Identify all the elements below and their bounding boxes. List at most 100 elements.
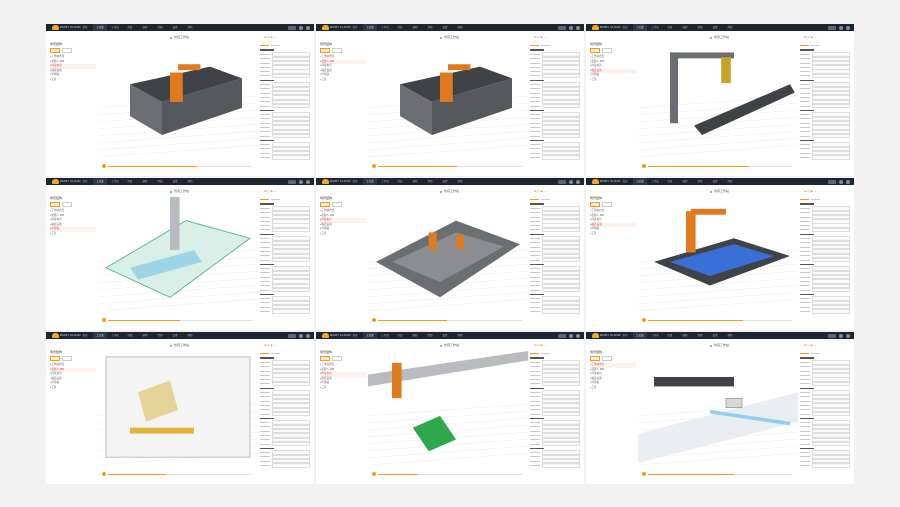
nav-item[interactable]: 资源 [153, 24, 167, 31]
property-field[interactable] [272, 257, 310, 263]
nav-item[interactable]: 工作站 [108, 178, 122, 185]
language-switch[interactable] [828, 25, 836, 30]
tab-properties[interactable] [800, 42, 809, 46]
3d-viewport[interactable] [638, 351, 798, 469]
tab-library[interactable] [62, 202, 72, 207]
play-button[interactable] [642, 472, 646, 476]
nav-item[interactable]: 首页 [618, 332, 632, 339]
nav-item[interactable]: 帮助 [183, 178, 197, 185]
nav-item[interactable]: 设置 [708, 24, 722, 31]
tab-advanced[interactable] [811, 42, 820, 46]
nav-item[interactable]: 工作站 [378, 332, 392, 339]
tab-tree[interactable] [320, 356, 330, 361]
property-field[interactable] [812, 381, 850, 387]
nav-item[interactable]: 工作站 [648, 332, 662, 339]
nav-item[interactable]: 帮助 [723, 332, 737, 339]
language-switch[interactable] [288, 333, 296, 338]
nav-item[interactable]: 首页 [78, 332, 92, 339]
toolbar-actions[interactable]: ⊞ ◷ ▶ ⋯ [264, 343, 277, 347]
tab-advanced[interactable] [271, 350, 280, 354]
property-field[interactable] [542, 257, 580, 263]
play-button[interactable] [642, 164, 646, 168]
user-avatar[interactable] [306, 179, 310, 184]
nav-item[interactable]: 设置 [168, 178, 182, 185]
nav-item[interactable]: 设置 [168, 332, 182, 339]
playback-timeline[interactable] [102, 472, 252, 476]
nav-item[interactable]: 工艺库 [93, 178, 107, 185]
scene-canvas[interactable] [368, 351, 528, 469]
property-field[interactable] [542, 155, 580, 160]
nav-item[interactable]: 设置 [708, 332, 722, 339]
nav-item[interactable]: 帮助 [183, 332, 197, 339]
nav-item[interactable]: 首页 [78, 24, 92, 31]
nav-item[interactable]: 首页 [348, 332, 362, 339]
nav-item[interactable]: 工作站 [648, 24, 662, 31]
nav-item[interactable]: 设置 [168, 24, 182, 31]
play-button[interactable] [372, 318, 376, 322]
property-field[interactable] [812, 133, 850, 139]
play-button[interactable] [372, 472, 376, 476]
scene-canvas[interactable] [638, 197, 798, 315]
property-field[interactable] [542, 441, 580, 447]
tab-tree[interactable] [50, 202, 60, 207]
property-field[interactable] [812, 441, 850, 447]
property-field[interactable] [812, 155, 850, 160]
tab-advanced[interactable] [541, 42, 550, 46]
property-field[interactable] [272, 287, 310, 293]
tree-item[interactable]: 工具 [320, 232, 366, 237]
tree-item[interactable]: 工具 [590, 78, 636, 83]
tree-item[interactable]: 工具 [50, 386, 96, 391]
playback-timeline[interactable] [102, 164, 252, 168]
playback-timeline[interactable] [372, 472, 522, 476]
property-field[interactable] [812, 257, 850, 263]
nav-item[interactable]: 资源 [153, 332, 167, 339]
property-field[interactable] [542, 411, 580, 417]
nav-item[interactable]: 帮助 [183, 24, 197, 31]
3d-viewport[interactable] [368, 351, 528, 469]
tree-item[interactable]: 工具 [320, 78, 366, 83]
property-field[interactable] [272, 441, 310, 447]
tab-properties[interactable] [260, 42, 269, 46]
toolbar-actions[interactable]: ⊞ ◷ ▶ ⋯ [534, 343, 547, 347]
property-field[interactable] [272, 133, 310, 139]
nav-item[interactable]: 仿真 [393, 178, 407, 185]
tree-item[interactable]: 工具 [320, 386, 366, 391]
tab-properties[interactable] [800, 196, 809, 200]
nav-item[interactable]: 仿真 [123, 178, 137, 185]
play-button[interactable] [102, 318, 106, 322]
scene-canvas[interactable] [98, 43, 258, 161]
property-field[interactable] [812, 411, 850, 417]
playback-timeline[interactable] [642, 164, 792, 168]
nav-item[interactable]: 编程 [678, 178, 692, 185]
nav-item[interactable]: 仿真 [123, 24, 137, 31]
property-field[interactable] [272, 411, 310, 417]
3d-viewport[interactable] [368, 197, 528, 315]
tree-item[interactable]: 工具 [590, 232, 636, 237]
user-avatar[interactable] [306, 333, 310, 338]
tab-advanced[interactable] [811, 196, 820, 200]
bell-icon[interactable] [299, 25, 303, 30]
play-button[interactable] [642, 318, 646, 322]
toolbar-actions[interactable]: ⊞ ◷ ▶ ⋯ [264, 35, 277, 39]
scene-canvas[interactable] [368, 43, 528, 161]
tab-library[interactable] [332, 356, 342, 361]
nav-item[interactable]: 资源 [153, 178, 167, 185]
nav-item[interactable]: 首页 [78, 178, 92, 185]
tab-tree[interactable] [50, 356, 60, 361]
tab-tree[interactable] [320, 202, 330, 207]
language-switch[interactable] [558, 333, 566, 338]
toolbar-actions[interactable]: ⊞ ◷ ▶ ⋯ [534, 189, 547, 193]
language-switch[interactable] [558, 179, 566, 184]
nav-item[interactable]: 资源 [423, 24, 437, 31]
nav-item[interactable]: 工作站 [108, 24, 122, 31]
property-field[interactable] [542, 103, 580, 109]
bell-icon[interactable] [839, 179, 843, 184]
nav-item[interactable]: 设置 [438, 332, 452, 339]
property-field[interactable] [272, 73, 310, 79]
toolbar-actions[interactable]: ⊞ ◷ ▶ ⋯ [804, 343, 817, 347]
user-avatar[interactable] [576, 333, 580, 338]
nav-item[interactable]: 仿真 [663, 332, 677, 339]
3d-viewport[interactable] [638, 43, 798, 161]
nav-item[interactable]: 设置 [708, 178, 722, 185]
user-avatar[interactable] [846, 333, 850, 338]
